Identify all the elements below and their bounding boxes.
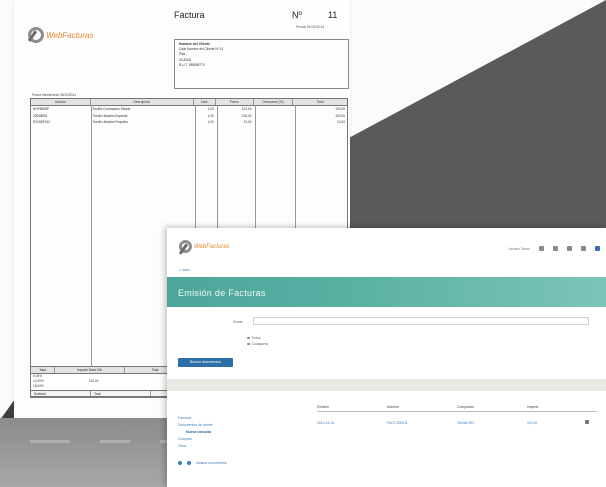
search-button[interactable]: Buscar documentos bbox=[178, 358, 233, 367]
column-header: Descuento (%) bbox=[254, 99, 294, 105]
total-label: Total bbox=[91, 391, 151, 396]
page-banner: Emisión de Facturas bbox=[167, 277, 606, 307]
list-item[interactable]: 2014-01-01 FACT-000011 Cliente 001 110,0… bbox=[317, 421, 597, 425]
radio-option[interactable]: Cualquiera bbox=[247, 342, 268, 346]
totals-base: 110,00 bbox=[89, 379, 99, 383]
header-toolbar: Usuario Demo bbox=[508, 246, 600, 251]
cell: 10,00 bbox=[243, 120, 252, 124]
column-header: Artículo bbox=[31, 99, 91, 105]
column-header: Total bbox=[316, 100, 324, 104]
radio-icon bbox=[247, 342, 250, 346]
side-menu: Facturas Documentos de cliente Nueva con… bbox=[178, 415, 213, 450]
filter-label: Desde bbox=[233, 320, 243, 324]
invoice-logo: WebFacturas bbox=[28, 27, 93, 43]
help-icon[interactable] bbox=[581, 246, 586, 251]
column-header: Importe Base IVA bbox=[55, 367, 125, 373]
table-row: R200BF012 Tornillo Madera Pequeño 1,00 1… bbox=[31, 119, 347, 126]
cell: R200BF012 bbox=[33, 120, 51, 124]
client-line: R.U.T. 998855770 bbox=[179, 62, 205, 67]
invoice-number: 11 bbox=[328, 10, 338, 20]
settings-icon[interactable] bbox=[553, 246, 558, 251]
cell[interactable]: FACT-000011 bbox=[387, 421, 457, 425]
radio-icon bbox=[247, 336, 250, 340]
column-header: Cant. bbox=[194, 99, 216, 105]
filter-input[interactable] bbox=[253, 317, 589, 325]
cell: Tornillo Madera Pequeño bbox=[92, 120, 129, 124]
menu-item[interactable]: Compras bbox=[178, 436, 213, 443]
divider bbox=[91, 105, 92, 397]
home-icon[interactable] bbox=[539, 246, 544, 251]
column-header: Tasa bbox=[31, 367, 55, 373]
menu-icon[interactable] bbox=[595, 246, 600, 251]
issue-date: Fecha Vencimiento 30/10/2014 bbox=[32, 93, 76, 97]
section-divider bbox=[167, 379, 606, 391]
app-header: WebFacturas Usuario Demo bbox=[167, 228, 606, 266]
client-line: Pais bbox=[179, 52, 186, 57]
column-header: Comprador bbox=[457, 405, 474, 409]
menu-item[interactable]: Facturas bbox=[178, 415, 213, 422]
download-icon[interactable] bbox=[585, 420, 589, 424]
subtotal-label: Subtotal bbox=[31, 391, 91, 396]
column-header: Emisión bbox=[317, 405, 330, 409]
column-header: Precio bbox=[216, 99, 254, 105]
invoice-number-label: Nº bbox=[292, 10, 302, 20]
radio-option[interactable]: Todos bbox=[247, 336, 261, 340]
app-window: WebFacturas Usuario Demo < Inicio Emisió… bbox=[167, 228, 606, 487]
cell: 10,00 bbox=[337, 120, 345, 124]
cell: Cliente 001 bbox=[457, 421, 475, 425]
cell: 1,00 bbox=[207, 120, 214, 124]
invoice-table-header: Artículo Descripción Cant. Precio Descue… bbox=[31, 99, 347, 106]
client-name: Nombre del Cliente bbox=[179, 42, 210, 46]
list-header: Emisión Número Comprador Importe bbox=[317, 405, 597, 412]
user-name[interactable]: Usuario Demo bbox=[508, 247, 530, 251]
client-line: CIUDAD bbox=[179, 57, 192, 62]
next-icon[interactable] bbox=[187, 461, 191, 465]
page-title: Emisión de Facturas bbox=[178, 288, 266, 298]
rate: 18,00% bbox=[33, 384, 44, 388]
column-header: Número bbox=[387, 405, 400, 409]
client-address-box: Nombre del Cliente Calle Nombre del Clie… bbox=[174, 39, 349, 89]
cell bbox=[254, 119, 294, 126]
pager-label[interactable]: Mostrar documentos bbox=[196, 461, 227, 465]
column-header: Descripción bbox=[91, 99, 194, 105]
pager: Mostrar documentos bbox=[178, 461, 227, 465]
invoice-title: Factura bbox=[174, 10, 205, 20]
invoice-date: Fecha 01/01/2014 bbox=[296, 25, 325, 29]
menu-item[interactable]: Otros bbox=[178, 443, 213, 450]
edit-icon[interactable] bbox=[567, 246, 572, 251]
breadcrumb[interactable]: < Inicio bbox=[179, 268, 190, 272]
menu-subitem[interactable]: Nueva consulta bbox=[178, 429, 213, 436]
menu-item[interactable]: Documentos de cliente bbox=[178, 422, 213, 429]
cell: 2014-01-01 bbox=[317, 421, 335, 425]
column-header: Importe bbox=[527, 405, 539, 409]
prev-icon[interactable] bbox=[178, 461, 182, 465]
client-line: Calle Nombre del Cliente Nº 11 bbox=[179, 47, 223, 52]
totals-rates: 0,00% 12,00% 18,00% bbox=[33, 374, 44, 389]
app-logo[interactable]: WebFacturas bbox=[179, 240, 230, 253]
